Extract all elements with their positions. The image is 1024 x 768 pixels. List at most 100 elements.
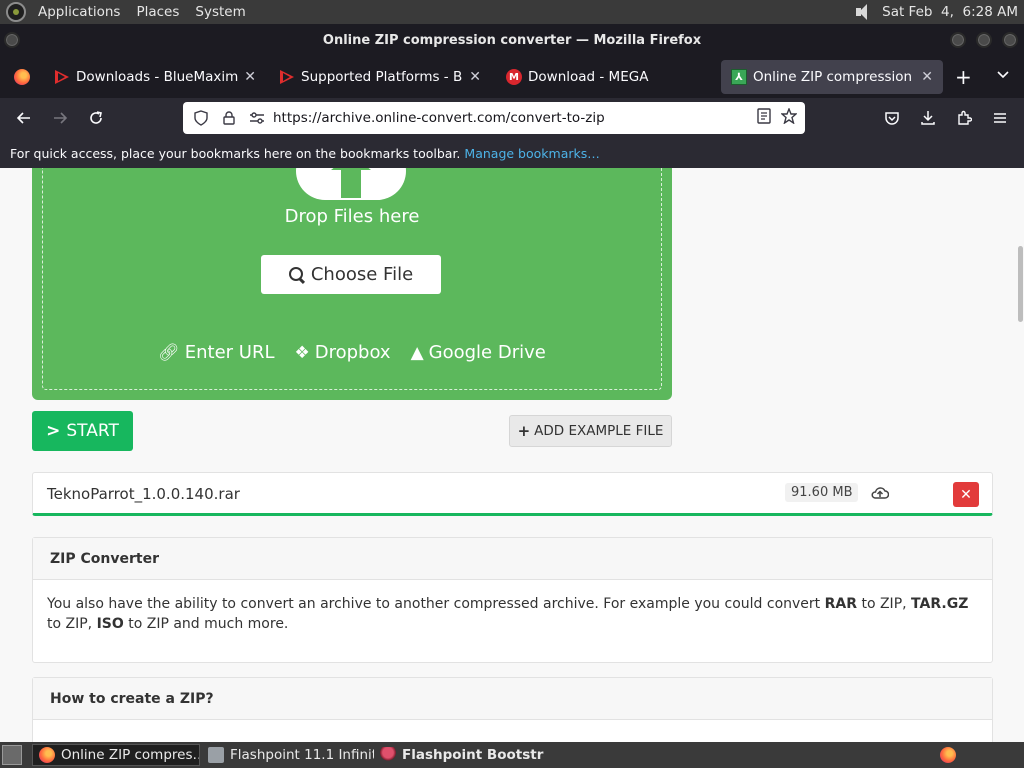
clock[interactable]: Sat Feb 4, 6:28 AM	[882, 4, 1018, 20]
google-drive-button[interactable]: ▲ Google Drive	[411, 342, 546, 363]
folder-icon	[208, 747, 224, 763]
close-icon: ✕	[960, 486, 972, 503]
show-desktop-button[interactable]	[2, 745, 22, 765]
app-menu-button[interactable]	[988, 106, 1012, 130]
back-button[interactable]	[12, 106, 36, 130]
zip-text-3: to ZIP,	[47, 616, 97, 632]
chevron-right-icon: >	[46, 421, 61, 441]
page-content: Drop Files here Choose File 🔗︎ Enter URL…	[0, 168, 1024, 742]
applications-menu[interactable]: Applications	[30, 0, 128, 24]
permissions-icon[interactable]	[247, 108, 267, 128]
cloud-upload-icon[interactable]	[871, 485, 889, 501]
add-example-file-button[interactable]: + ADD EXAMPLE FILE	[509, 415, 672, 447]
zip-text-4: to ZIP and much more.	[123, 616, 289, 632]
hamburger-icon	[994, 113, 1006, 123]
task-firefox[interactable]: Online ZIP compres…	[32, 744, 200, 766]
drop-files-text: Drop Files here	[284, 206, 420, 227]
forward-button[interactable]	[48, 106, 72, 130]
page-scrollbar[interactable]	[1016, 168, 1024, 742]
zip-converter-text: You also have the ability to convert an …	[33, 580, 992, 634]
dropbox-icon: ❖	[294, 342, 310, 363]
file-dropzone[interactable]: Drop Files here Choose File 🔗︎ Enter URL…	[32, 168, 672, 400]
bookmark-star-icon[interactable]	[780, 107, 798, 128]
mega-icon: M	[506, 69, 522, 85]
lock-icon[interactable]	[219, 108, 239, 128]
firefox-icon	[14, 69, 30, 85]
tab-title: Online ZIP compression conv	[753, 69, 915, 85]
tab-downloads-bluemaxima[interactable]: Downloads - BlueMaxima's F ✕	[44, 60, 266, 94]
zip-text-2: to ZIP,	[857, 596, 912, 612]
choose-file-label: Choose File	[310, 264, 414, 285]
start-button[interactable]: > START	[32, 411, 133, 451]
reader-view-icon[interactable]	[757, 108, 771, 128]
tab-title: Supported Platforms - BlueM	[301, 69, 463, 85]
task-flashpoint-bootstrap[interactable]: Flashpoint Bootstra…	[374, 744, 544, 766]
how-to-panel: How to create a ZIP?	[32, 677, 993, 742]
new-tab-button[interactable]: +	[955, 66, 972, 88]
choose-file-button[interactable]: Choose File	[261, 255, 441, 294]
list-all-tabs-button[interactable]	[996, 66, 1010, 88]
manage-bookmarks-link[interactable]: Manage bookmarks…	[464, 146, 599, 161]
firefox-icon	[940, 747, 956, 763]
arrow-left-icon	[16, 112, 30, 124]
close-tab-icon[interactable]: ✕	[244, 69, 256, 85]
places-menu[interactable]: Places	[128, 0, 187, 24]
gnome-logo-icon[interactable]	[6, 2, 26, 22]
tab-download-mega[interactable]: M Download - MEGA	[496, 60, 718, 94]
url-bar[interactable]: https://archive.online-convert.com/conve…	[183, 102, 805, 134]
google-drive-label: Google Drive	[428, 342, 546, 363]
bottom-taskbar: Online ZIP compres… Flashpoint 11.1 Infi…	[0, 742, 1024, 768]
scrollbar-thumb[interactable]	[1018, 246, 1023, 322]
maximize-button[interactable]	[976, 32, 992, 48]
enter-url-button[interactable]: 🔗︎ Enter URL	[158, 342, 274, 363]
task-flashpoint-folder[interactable]: Flashpoint 11.1 Infinity	[202, 744, 374, 766]
dropbox-label: Dropbox	[314, 342, 391, 363]
bookmarks-hint: For quick access, place your bookmarks h…	[10, 145, 461, 161]
tray-firefox[interactable]	[936, 744, 960, 766]
tab-online-zip[interactable]: ⅄ Online ZIP compression conv ✕	[721, 60, 943, 94]
close-window-button[interactable]	[1002, 32, 1018, 48]
window-menu-button[interactable]	[4, 32, 20, 48]
zip-bold-iso: ISO	[96, 616, 124, 632]
firefox-view-button[interactable]	[4, 60, 40, 94]
cloud-upload-icon	[296, 168, 406, 200]
remove-file-button[interactable]: ✕	[953, 482, 979, 507]
search-icon	[288, 266, 305, 283]
url-text[interactable]: https://archive.online-convert.com/conve…	[273, 110, 605, 126]
pocket-button[interactable]	[880, 106, 904, 130]
link-icon: 🔗︎	[158, 342, 180, 363]
pocket-icon	[885, 112, 899, 125]
arrow-right-icon	[54, 112, 68, 124]
dropbox-button[interactable]: ❖ Dropbox	[294, 342, 390, 363]
reload-icon	[90, 111, 102, 124]
tab-title: Downloads - BlueMaxima's F	[76, 69, 239, 85]
uploaded-file-row: TeknoParrot_1.0.0.140.rar 91.60 MB ✕	[32, 472, 993, 516]
system-menu[interactable]: System	[187, 0, 253, 24]
tab-title: Download - MEGA	[528, 69, 649, 85]
enter-url-label: Enter URL	[184, 342, 275, 363]
flashpoint-icon	[380, 747, 396, 763]
close-tab-icon[interactable]: ✕	[921, 69, 933, 85]
file-size: 91.60 MB	[785, 483, 859, 502]
zip-converter-heading: ZIP Converter	[33, 538, 992, 580]
chevron-down-icon	[997, 71, 1009, 79]
top-panel-right: Sat Feb 4, 6:28 AM	[854, 3, 1024, 21]
task-label: Flashpoint Bootstra…	[402, 747, 544, 763]
tab-supported-platforms[interactable]: Supported Platforms - BlueM ✕	[269, 60, 491, 94]
minimize-button[interactable]	[950, 32, 966, 48]
reload-button[interactable]	[84, 106, 108, 130]
plus-icon: +	[517, 422, 531, 440]
close-tab-icon[interactable]: ✕	[469, 69, 481, 85]
task-label: Online ZIP compres…	[61, 747, 200, 763]
top-menu: Applications Places System	[30, 0, 254, 24]
url-bar-actions	[757, 107, 798, 128]
zip-text-1: You also have the ability to convert an …	[47, 596, 825, 612]
zip-bold-rar: RAR	[824, 596, 858, 612]
shield-icon[interactable]	[191, 108, 211, 128]
upload-sources: 🔗︎ Enter URL ❖ Dropbox ▲ Google Drive	[32, 342, 672, 363]
tab-strip: Downloads - BlueMaxima's F ✕ Supported P…	[0, 56, 1024, 98]
downloads-button[interactable]	[916, 106, 940, 130]
firefox-icon	[39, 747, 55, 763]
volume-icon[interactable]	[854, 3, 872, 21]
extensions-button[interactable]	[952, 106, 976, 130]
